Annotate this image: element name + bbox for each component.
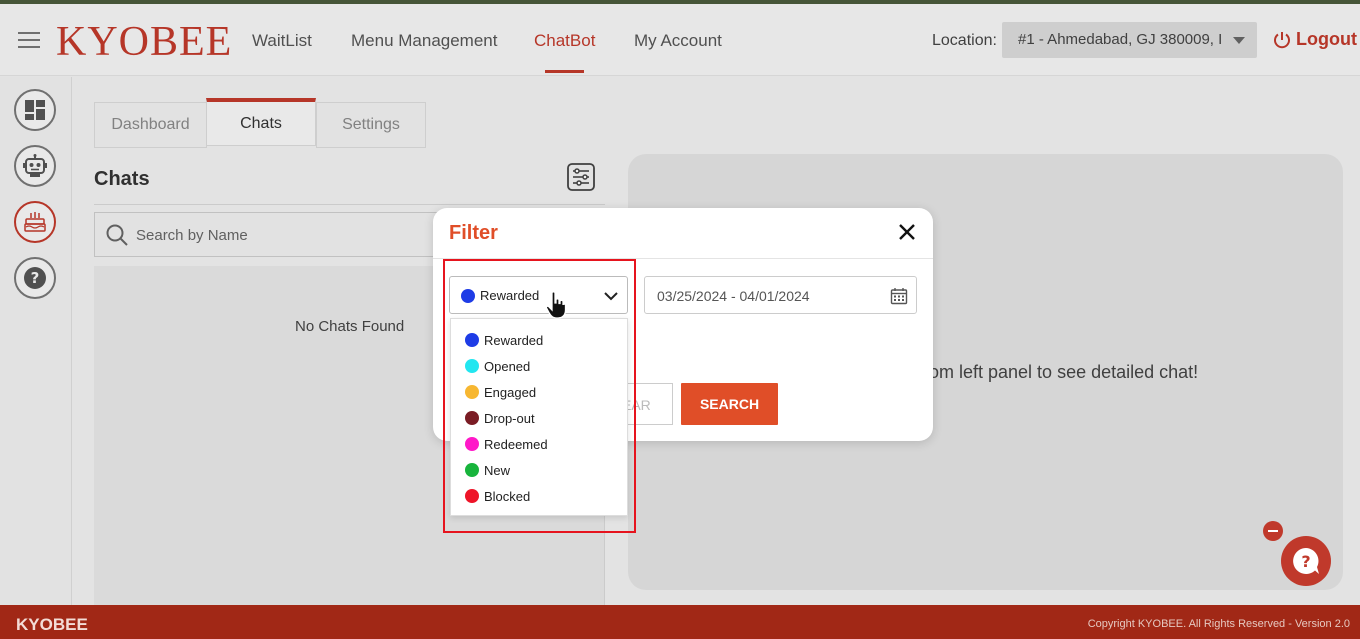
svg-text:?: ? xyxy=(1301,552,1310,571)
hand-pointer-cursor-icon xyxy=(545,291,567,319)
footer-brand: KYOBEE xyxy=(16,615,88,634)
help-chat-widget[interactable]: ? xyxy=(1281,536,1331,586)
close-icon xyxy=(899,224,915,240)
help-widget-close-badge[interactable] xyxy=(1263,521,1283,541)
close-button[interactable] xyxy=(897,222,917,242)
date-range-input[interactable]: 03/25/2024 - 04/01/2024 xyxy=(644,276,917,314)
search-button[interactable]: SEARCH xyxy=(681,383,778,425)
app-footer: KYOBEE Copyright KYOBEE. All Rights Rese… xyxy=(0,605,1360,639)
annotation-highlight-box xyxy=(443,259,636,533)
modal-title: Filter xyxy=(449,222,498,244)
help-bubble-icon: ? xyxy=(1293,548,1319,574)
footer-copyright: Copyright KYOBEE. All Rights Reserved - … xyxy=(1087,618,1350,630)
calendar-icon[interactable] xyxy=(890,287,908,305)
date-range-value: 03/25/2024 - 04/01/2024 xyxy=(657,288,810,304)
